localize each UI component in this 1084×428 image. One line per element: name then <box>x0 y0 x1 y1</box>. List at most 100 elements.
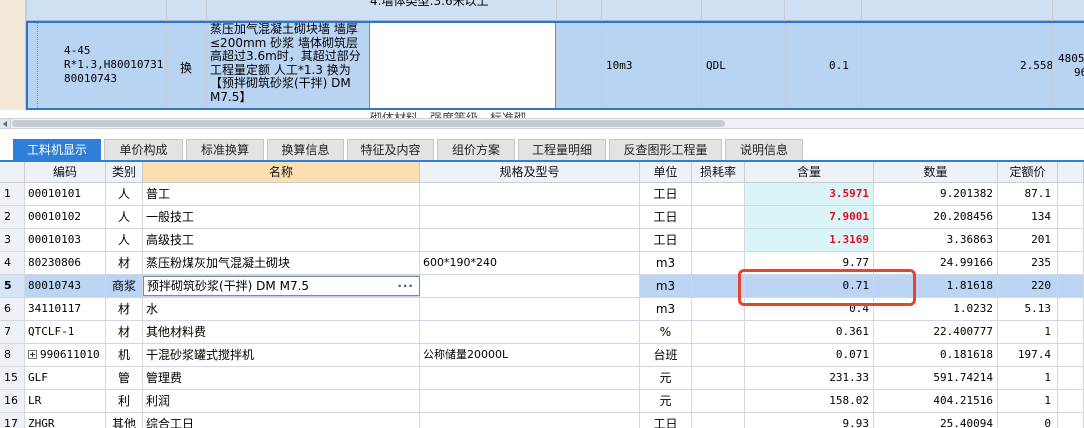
cell-loss-rate[interactable] <box>692 229 745 251</box>
tab-resource-display[interactable]: 工料机显示 <box>13 139 101 161</box>
cell-name[interactable]: 综合工日 <box>143 413 420 428</box>
scroll-left-arrow-icon[interactable] <box>0 119 11 128</box>
cell-quota-price[interactable]: 1 <box>998 367 1058 389</box>
cell-spec[interactable] <box>420 413 640 428</box>
cell-code[interactable]: 80230806 <box>25 252 106 274</box>
row-index[interactable]: 2 <box>0 206 25 228</box>
tab-standard-conversion[interactable]: 标准换算 <box>186 139 264 161</box>
cell-amount[interactable]: 9.201382 <box>874 183 998 205</box>
cell-unit[interactable]: 工日 <box>640 229 692 251</box>
cell-amount[interactable]: 24.99166 <box>874 252 998 274</box>
cell-code[interactable]: GLF <box>25 367 106 389</box>
cell-spec[interactable]: 公称储量20000L <box>420 344 640 366</box>
cell-category[interactable]: 材 <box>106 252 143 274</box>
cell-loss-rate[interactable] <box>692 252 745 274</box>
cell-content-qty[interactable]: 3.5971 <box>745 183 874 205</box>
cell-category[interactable]: 人 <box>106 206 143 228</box>
cell-loss-rate[interactable] <box>692 275 745 297</box>
table-row[interactable]: 5 80010743 商浆 预拌砌筑砂浆(干拌) DM M7.5 ··· m3 0.71 1.… <box>0 275 1084 298</box>
row-index[interactable]: 4 <box>0 252 25 274</box>
header-quota-price[interactable]: 定额价 <box>998 162 1058 183</box>
cell-category[interactable]: 材 <box>106 298 143 320</box>
cell-spec[interactable] <box>420 390 640 412</box>
cell-extra[interactable] <box>1058 206 1084 228</box>
cell-code[interactable]: ZHGR <box>25 413 106 428</box>
table-row[interactable]: 7 QTCLF-1 材 其他材料费% 0.361 22.400777 1 <box>0 321 1084 344</box>
cell-code[interactable]: 990611010 <box>25 344 106 366</box>
cell-extra[interactable] <box>1058 344 1084 366</box>
cell-spec[interactable] <box>420 206 640 228</box>
tab-graphic-quantity-lookup[interactable]: 反查图形工程量 <box>609 139 722 161</box>
cell-extra[interactable] <box>1058 298 1084 320</box>
cell-loss-rate[interactable] <box>692 413 745 428</box>
cell-unit[interactable]: % <box>640 321 692 343</box>
table-row[interactable]: 3 00010103 人 高级技工 工日 1.3169 3.36863 201 <box>0 229 1084 252</box>
cell-content-qty[interactable]: 7.9001 <box>745 206 874 228</box>
cell-spec[interactable] <box>420 229 640 251</box>
cell-category[interactable]: 人 <box>106 183 143 205</box>
cell-name[interactable]: 预拌砌筑砂浆(干拌) DM M7.5 ··· <box>143 276 420 296</box>
cell-name[interactable]: 水 <box>143 298 420 320</box>
header-code[interactable]: 编码 <box>25 162 106 183</box>
cell-amount[interactable]: 1.81618 <box>874 275 998 297</box>
cell-content-qty[interactable]: 0.071 <box>745 344 874 366</box>
cell-code[interactable]: 00010103 <box>25 229 106 251</box>
cell-loss-rate[interactable] <box>692 367 745 389</box>
row-index[interactable]: 17 <box>0 413 25 428</box>
tab-quantity-details[interactable]: 工程量明细 <box>518 139 606 161</box>
cell-extra[interactable] <box>1058 413 1084 428</box>
row-index[interactable]: 3 <box>0 229 25 251</box>
quota-row-header[interactable] <box>0 0 26 21</box>
cell-content-qty[interactable]: 9.77 <box>745 252 874 274</box>
cell-unit[interactable]: m3 <box>640 275 692 297</box>
cell-name[interactable]: 利润 <box>143 390 420 412</box>
cell-code[interactable]: 34110117 <box>25 298 106 320</box>
cell-extra[interactable] <box>1058 390 1084 412</box>
tab-pricing-scheme[interactable]: 组价方案 <box>437 139 515 161</box>
cell-extra[interactable] <box>1058 252 1084 274</box>
row-index[interactable]: 1 <box>0 183 25 205</box>
cell-name[interactable]: 一般技工 <box>143 206 420 228</box>
cell-name[interactable]: 高级技工 <box>143 229 420 251</box>
cell-extra[interactable] <box>1058 321 1084 343</box>
cell-content-qty[interactable]: 231.33 <box>745 367 874 389</box>
cell-extra[interactable] <box>1058 367 1084 389</box>
cell-spec[interactable] <box>420 367 640 389</box>
cell-name[interactable]: 管理费 <box>143 367 420 389</box>
cell-amount[interactable]: 25.40094 <box>874 413 998 428</box>
quota-next-row[interactable] <box>0 110 1084 118</box>
cell-amount[interactable]: 3.36863 <box>874 229 998 251</box>
cell-spec[interactable] <box>420 298 640 320</box>
cell-extra[interactable] <box>1058 229 1084 251</box>
cell-loss-rate[interactable] <box>692 206 745 228</box>
expand-plus-icon[interactable] <box>28 350 37 359</box>
row-index[interactable]: 8 <box>0 344 25 366</box>
cell-content-qty[interactable]: 9.93 <box>745 413 874 428</box>
table-row[interactable]: 2 00010102 人 一般技工 工日 7.9001 20.208456 134 <box>0 206 1084 229</box>
cell-spec[interactable]: 600*190*240 <box>420 252 640 274</box>
cell-code[interactable]: QTCLF-1 <box>25 321 106 343</box>
cell-quota-price[interactable]: 134 <box>998 206 1058 228</box>
cell-amount[interactable]: 22.400777 <box>874 321 998 343</box>
cell-category[interactable]: 管 <box>106 367 143 389</box>
quota-row-header[interactable] <box>0 21 26 110</box>
quota-feature-editor[interactable] <box>369 22 556 109</box>
cell-loss-rate[interactable] <box>692 321 745 343</box>
cell-loss-rate[interactable] <box>692 390 745 412</box>
tab-conversion-info[interactable]: 换算信息 <box>267 139 344 161</box>
table-row[interactable]: 1 00010101 人 普工 工日 3.5971 9.201382 87.1 <box>0 183 1084 206</box>
cell-quota-price[interactable]: 197.4 <box>998 344 1058 366</box>
table-row[interactable]: 17 ZHGR 其他 综合工日 工日 9.93 25.40094 0 <box>0 413 1084 428</box>
cell-quota-price[interactable]: 5.13 <box>998 298 1058 320</box>
header-content-qty[interactable]: 含量 <box>745 162 874 183</box>
cell-quota-price[interactable]: 1 <box>998 321 1058 343</box>
header-loss-rate[interactable]: 损耗率 <box>692 162 745 183</box>
cell-amount[interactable]: 20.208456 <box>874 206 998 228</box>
cell-amount[interactable]: 404.21516 <box>874 390 998 412</box>
cell-name[interactable]: 其他材料费 <box>143 321 420 343</box>
row-index[interactable]: 16 <box>0 390 25 412</box>
cell-loss-rate[interactable] <box>692 298 745 320</box>
cell-amount[interactable]: 1.0232 <box>874 298 998 320</box>
cell-content-qty[interactable]: 158.02 <box>745 390 874 412</box>
cell-category[interactable]: 其他 <box>106 413 143 428</box>
